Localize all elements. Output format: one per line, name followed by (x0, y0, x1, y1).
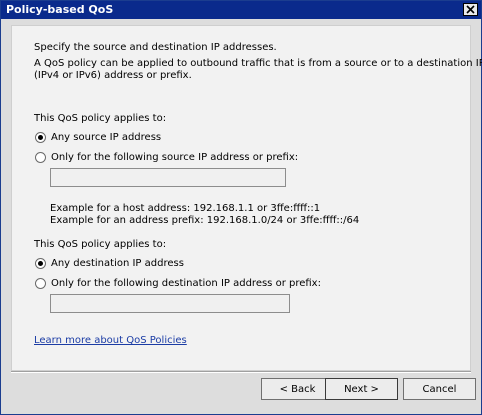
button-separator (11, 371, 471, 373)
destination-applies-label: This QoS policy applies to: (34, 239, 167, 250)
source-specific-radio[interactable] (35, 152, 46, 163)
source-any-radio[interactable] (35, 132, 46, 143)
destination-specific-label[interactable]: Only for the following destination IP ad… (51, 278, 321, 289)
intro-description-line2: (IPv4 or IPv6) address or prefix. (34, 70, 192, 81)
source-specific-label[interactable]: Only for the following source IP address… (51, 152, 298, 163)
source-example-host: Example for a host address: 192.168.1.1 … (50, 203, 321, 214)
destination-ip-input[interactable] (50, 294, 290, 313)
close-button[interactable] (463, 3, 478, 16)
intro-description-line1: A QoS policy can be applied to outbound … (34, 58, 482, 69)
destination-any-label[interactable]: Any destination IP address (51, 258, 184, 269)
source-ip-input[interactable] (50, 168, 286, 187)
title-bar[interactable]: Policy-based QoS (1, 1, 481, 19)
source-any-label[interactable]: Any source IP address (51, 132, 161, 143)
window-title: Policy-based QoS (6, 3, 114, 16)
source-applies-label: This QoS policy applies to: (34, 113, 167, 124)
back-button[interactable]: < Back (261, 378, 334, 400)
wizard-content-panel: Specify the source and destination IP ad… (11, 25, 482, 371)
close-icon (466, 5, 475, 14)
cancel-button[interactable]: Cancel (403, 378, 476, 400)
learn-more-link[interactable]: Learn more about QoS Policies (34, 335, 187, 346)
destination-specific-radio[interactable] (35, 278, 46, 289)
intro-heading: Specify the source and destination IP ad… (34, 42, 277, 53)
next-button[interactable]: Next > (325, 378, 398, 400)
destination-any-radio[interactable] (35, 258, 46, 269)
source-example-prefix: Example for an address prefix: 192.168.1… (50, 215, 360, 226)
qos-dialog-window: Policy-based QoS Specify the source and … (0, 0, 482, 415)
